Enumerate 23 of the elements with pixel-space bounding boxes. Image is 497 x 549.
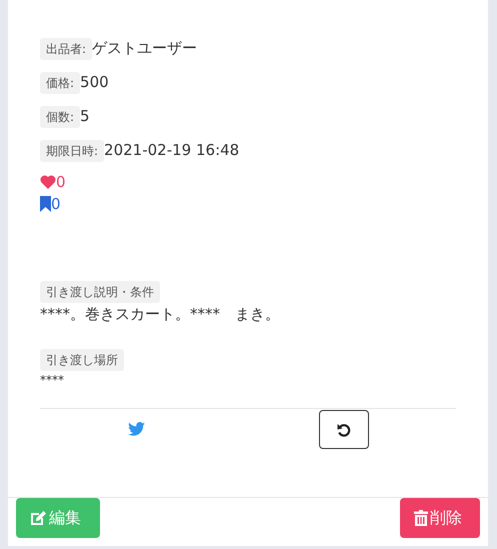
trash-icon — [414, 510, 428, 526]
section-label: 引き渡し場所 — [40, 349, 124, 371]
reload-button[interactable] — [319, 410, 369, 449]
edit-icon — [30, 510, 47, 526]
field-label: 個数: — [40, 106, 80, 128]
heart-icon — [40, 175, 56, 189]
section-label: 引き渡し説明・条件 — [40, 281, 160, 303]
field-value: 2021-02-19 16:48 — [104, 140, 240, 160]
section-text: ****。巻きスカート。**** まき。 — [40, 305, 281, 324]
section-text: **** — [40, 373, 65, 387]
delete-button[interactable]: 削除 — [400, 498, 480, 538]
field-value: 500 — [80, 72, 109, 92]
bird-icon[interactable] — [128, 422, 145, 436]
bookmark-icon — [40, 196, 51, 212]
field-label: 期限日時: — [40, 140, 104, 162]
field-label: 価格: — [40, 72, 80, 94]
edit-button[interactable]: 編集 — [16, 498, 100, 538]
bookmark-count: 0 — [51, 195, 61, 213]
like-count: 0 — [56, 173, 66, 191]
field-value: ゲストユーザー — [92, 38, 198, 58]
field-value: 5 — [80, 106, 90, 126]
undo-icon — [336, 422, 352, 438]
field-label: 出品者: — [40, 38, 92, 60]
